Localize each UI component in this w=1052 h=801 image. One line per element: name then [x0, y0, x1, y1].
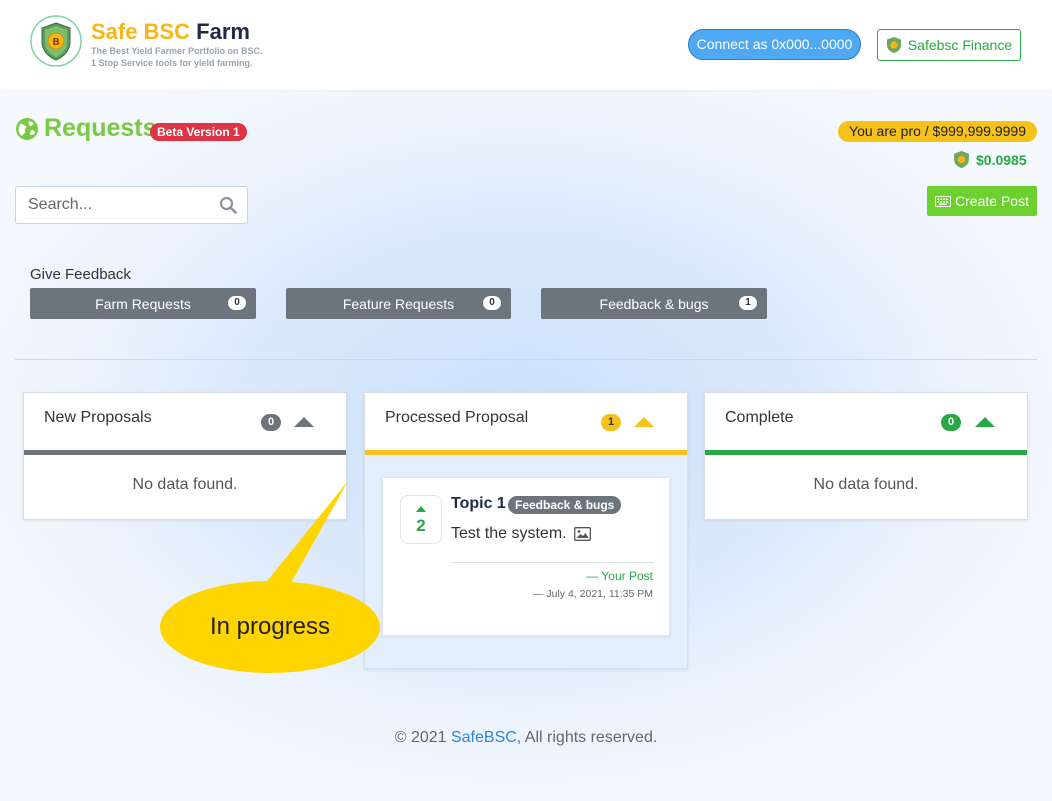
empty-state-text: No data found. — [813, 476, 919, 493]
page-title-text: Requests — [44, 114, 157, 142]
shield-bitcoin-icon — [886, 37, 901, 53]
column-count-badge: 1 — [601, 414, 621, 431]
caret-up-icon[interactable] — [634, 417, 654, 427]
in-progress-callout — [160, 481, 380, 673]
token-price: $0.0985 — [953, 150, 1027, 169]
category-label: Farm Requests — [95, 295, 191, 312]
give-feedback-label: Give Feedback — [30, 266, 131, 283]
brand-title-safe: Safe BSC — [91, 19, 191, 44]
brand-tagline: The Best Yield Farmer Portfolio on BSC. … — [91, 45, 263, 69]
category-feature-requests-button[interactable]: Feature Requests 0 — [286, 288, 511, 319]
safebsc-finance-button[interactable]: Safebsc Finance — [877, 29, 1021, 61]
vote-box[interactable]: 2 — [400, 495, 442, 544]
category-feedback-bugs-button[interactable]: Feedback & bugs 1 — [541, 288, 767, 319]
post-author: — Your Post — [586, 569, 653, 583]
column-count-badge: 0 — [261, 414, 281, 431]
search-input[interactable] — [16, 187, 206, 223]
search-icon[interactable] — [219, 196, 237, 214]
post-category-tag: Feedback & bugs — [508, 496, 622, 514]
column-title: Processed Proposal — [385, 409, 529, 426]
brand-tagline-line-1: The Best Yield Farmer Portfolio on BSC. — [91, 46, 263, 56]
callout-text: In progress — [209, 613, 331, 640]
category-count-badge: 0 — [483, 296, 501, 310]
column-header: Processed Proposal 1 — [365, 393, 687, 455]
safebsc-finance-label: Safebsc Finance — [907, 37, 1013, 53]
footer: © 2021 SafeBSC, All rights reserved. — [0, 729, 1052, 747]
globe-icon — [16, 117, 38, 140]
search-box — [15, 186, 248, 224]
category-farm-requests-button[interactable]: Farm Requests 0 — [30, 288, 256, 319]
footer-suffix: , All rights reserved. — [516, 729, 658, 746]
column-header: Complete 0 — [705, 393, 1027, 455]
brand-tagline-line-2: 1 Stop Service tools for yield farming. — [91, 58, 253, 68]
beta-version-badge: Beta Version 1 — [150, 123, 247, 141]
brand-title: Safe BSC Farm — [91, 19, 250, 45]
caret-up-icon[interactable] — [294, 417, 314, 427]
caret-up-icon[interactable] — [975, 417, 995, 427]
category-count-badge: 1 — [739, 296, 757, 310]
token-price-value: $0.0985 — [976, 151, 1027, 168]
vote-count: 2 — [416, 516, 426, 535]
upvote-icon[interactable] — [416, 506, 426, 512]
column-complete: Complete 0 No data found. — [704, 392, 1028, 520]
shield-bitcoin-icon[interactable]: B — [30, 15, 82, 67]
create-post-label: Create Post — [955, 193, 1029, 209]
footer-safebsc-link[interactable]: SafeBSC — [451, 729, 517, 746]
shield-bitcoin-icon — [954, 151, 969, 168]
page-title: Requests — [15, 114, 157, 143]
column-count-badge: 0 — [941, 414, 961, 431]
column-title: New Proposals — [44, 409, 152, 426]
category-label: Feedback & bugs — [599, 295, 709, 312]
column-header: New Proposals 0 — [24, 393, 346, 455]
section-divider — [15, 359, 1037, 360]
pro-status-badge: You are pro / $999,999.9999 — [838, 121, 1037, 142]
image-icon — [573, 527, 591, 541]
post-body: Test the system. — [451, 525, 591, 543]
top-header: B Safe BSC Farm The Best Yield Farmer Po… — [0, 0, 1052, 90]
brand-title-farm: Farm — [196, 19, 250, 44]
post-body-text: Test the system. — [451, 525, 567, 542]
column-title: Complete — [725, 409, 794, 426]
category-count-badge: 0 — [228, 296, 246, 310]
column-processed-proposal: Processed Proposal 1 2 Topic 1 Feedback … — [364, 392, 688, 669]
post-card[interactable]: 2 Topic 1 Feedback & bugs Test the syste… — [382, 477, 670, 636]
footer-prefix: © 2021 — [394, 729, 451, 746]
connect-wallet-button[interactable]: Connect as 0x000...0000 — [688, 29, 861, 60]
post-title[interactable]: Topic 1 — [451, 495, 506, 513]
post-date: — July 4, 2021, 11:35 PM — [532, 588, 653, 600]
post-divider — [451, 562, 654, 563]
create-post-button[interactable]: Create Post — [927, 186, 1037, 216]
category-label: Feature Requests — [342, 295, 455, 312]
svg-text:B: B — [52, 37, 60, 48]
keyboard-icon — [935, 195, 952, 207]
